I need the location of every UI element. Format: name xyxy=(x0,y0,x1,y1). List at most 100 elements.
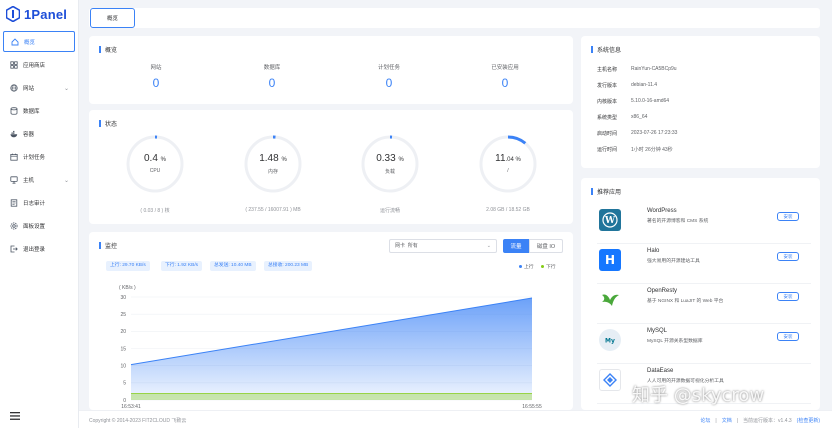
total-sent-badge: 总发送: 10.40 MB xyxy=(210,261,256,271)
docs-link[interactable]: 文档 xyxy=(722,417,732,424)
legend-dot xyxy=(519,265,522,268)
traffic-tab[interactable]: 流量 xyxy=(503,239,529,253)
home-icon xyxy=(11,37,19,45)
gauge-number: 11 xyxy=(495,153,506,164)
title-accent xyxy=(591,46,593,53)
y-axis-unit: ( KB/s ) xyxy=(119,285,136,291)
forum-link[interactable]: 论坛 xyxy=(700,417,710,424)
overview-label: 计划任务 xyxy=(377,65,400,71)
footer-links: 论坛 | 文档 | 当前运行版本：v1.4.3 (检查更新) xyxy=(700,417,820,425)
app-description: 基于 NGINX 和 LuaJIT 的 Web 平台 xyxy=(647,299,724,304)
sidebar-item-cron[interactable]: 计划任务 xyxy=(3,147,75,167)
gauge-unit: .04 % xyxy=(505,157,521,163)
overview-databases[interactable]: 数据库 0 xyxy=(232,63,312,90)
sidebar-item-database[interactable]: 数据库 xyxy=(3,101,75,121)
overview-value: 0 xyxy=(501,76,509,90)
legend-label: 下行 xyxy=(546,265,556,270)
gauge-footnote: 运行流畅 xyxy=(379,208,400,214)
y-tick-label: 20 xyxy=(120,329,126,335)
docker-icon xyxy=(10,130,18,138)
openresty-icon xyxy=(599,289,621,311)
nic-select[interactable]: 网卡 所有 ⌄ xyxy=(389,239,497,253)
legend-dot xyxy=(541,265,544,268)
gauge-unit: % xyxy=(160,157,167,163)
check-update-link[interactable]: (检查更新) xyxy=(797,417,820,424)
info-value: 1小时 26分钟 43秒 xyxy=(631,147,673,153)
version-text: 当前运行版本：v1.4.3 xyxy=(743,418,792,424)
overview-websites[interactable]: 网站 0 xyxy=(116,63,196,90)
chevron-down-icon: ⌄ xyxy=(63,177,69,184)
apps-title: 推荐应用 xyxy=(597,190,622,196)
mysql-icon: My xyxy=(599,329,621,351)
info-row-boot-time: 启动时间 2023-07-26 17:23:33 xyxy=(597,130,677,137)
legend-download[interactable]: 下行 xyxy=(541,263,556,270)
menu-collapse-icon[interactable] xyxy=(10,412,20,420)
sidebar-item-website[interactable]: 网站 ⌄ xyxy=(3,78,75,98)
info-key: 启动时间 xyxy=(597,131,618,137)
sidebar-item-logout[interactable]: 退出登录 xyxy=(3,239,75,259)
sidebar-item-app-store[interactable]: 应用商店 xyxy=(3,55,75,75)
app-name: Halo xyxy=(647,248,660,254)
sidebar-item-label: 应用商店 xyxy=(23,63,46,69)
gauge-footnote: ( 0.03 / 8 ) 核 xyxy=(140,208,170,214)
host-icon xyxy=(10,176,18,184)
logo[interactable]: 1Panel xyxy=(0,0,78,28)
svg-text:My: My xyxy=(605,338,615,345)
disk-io-tab[interactable]: 磁盘 IO xyxy=(529,239,563,253)
sidebar-item-label: 计划任务 xyxy=(23,155,46,161)
info-key: 系统类型 xyxy=(597,115,618,121)
legend-label: 上行 xyxy=(524,265,534,270)
sidebar-item-label: 主机 xyxy=(23,178,35,184)
settings-icon xyxy=(10,222,18,230)
gauge-label: 内存 xyxy=(267,169,278,175)
sidebar-item-overview[interactable]: 概览 xyxy=(3,31,75,52)
tab-overview[interactable]: 概览 xyxy=(90,8,135,28)
sidebar-item-label: 日志审计 xyxy=(23,201,46,207)
overview-value: 0 xyxy=(152,76,160,90)
tab-bar: 概览 xyxy=(89,8,820,28)
sidebar-item-label: 退出登录 xyxy=(23,247,46,253)
sidebar-item-settings[interactable]: 面板设置 xyxy=(3,216,75,236)
info-value: debian-11.4 xyxy=(631,82,658,88)
sidebar-item-logs[interactable]: 日志审计 xyxy=(3,193,75,213)
cpu-gauge[interactable]: 0.4 % CPU xyxy=(123,132,187,196)
footer: Copyright © 2014-2023 FIT2CLOUD 飞致云 论坛 |… xyxy=(79,410,832,428)
app-name: WordPress xyxy=(647,208,677,214)
info-row-hostname: 主机名称 RainYun-CA5BCp9u xyxy=(597,66,677,73)
app-store-icon xyxy=(10,61,18,69)
app-item-openresty: OpenResty 基于 NGINX 和 LuaJIT 的 Web 平台 安装 xyxy=(597,284,811,324)
app-item-halo: H Halo 强大易用的开源建站工具 安装 xyxy=(597,244,811,284)
title-accent xyxy=(99,242,101,249)
svg-text:W: W xyxy=(604,216,616,226)
gauge-footnote: 2.08 GB / 18.52 GB xyxy=(486,207,530,213)
globe-icon xyxy=(10,84,18,92)
upload-speed-badge: 上行: 29.70 KB/s xyxy=(106,261,150,271)
overview-apps[interactable]: 已安装应用 0 xyxy=(465,63,545,90)
sidebar-item-host[interactable]: 主机 ⌄ xyxy=(3,170,75,190)
dataease-glyph xyxy=(603,373,617,387)
calendar-icon xyxy=(10,153,18,161)
monitor-title: 监控 xyxy=(105,244,118,250)
info-row-distro: 发行版本 debian-11.4 xyxy=(597,82,657,89)
overview-cron[interactable]: 计划任务 0 xyxy=(349,63,429,90)
info-value: x86_64 xyxy=(631,114,648,120)
app-description: MySQL 开源关系型数据库 xyxy=(647,339,703,344)
watermark: 知乎 @skycrow xyxy=(632,385,765,406)
sidebar-item-container[interactable]: 容器 xyxy=(3,124,75,144)
overview-card: 概览 网站 0 数据库 0 计划任务 0 已安装应用 0 xyxy=(89,36,573,104)
legend-upload[interactable]: 上行 xyxy=(519,263,534,270)
disk-gauge[interactable]: 11.04 % / xyxy=(476,132,540,196)
y-tick-label: 5 xyxy=(123,381,126,387)
install-button[interactable]: 安装 xyxy=(777,252,799,261)
install-button[interactable]: 安装 xyxy=(777,212,799,221)
wordpress-icon: W xyxy=(599,209,621,231)
info-key: 主机名称 xyxy=(597,67,618,73)
memory-gauge[interactable]: 1.48 % 内存 xyxy=(241,132,305,196)
install-button[interactable]: 安装 xyxy=(777,292,799,301)
info-key: 运行时间 xyxy=(597,147,618,153)
install-button[interactable]: 安装 xyxy=(777,332,799,341)
load-gauge[interactable]: 0.33 % 负载 xyxy=(358,132,422,196)
y-tick-label: 15 xyxy=(120,346,126,352)
sidebar: 1Panel 概览 应用商店 网站 ⌄ 数据库 容器 计划任务 主机 ⌄ 日志审… xyxy=(0,0,79,428)
gauge-label: / xyxy=(507,168,509,174)
